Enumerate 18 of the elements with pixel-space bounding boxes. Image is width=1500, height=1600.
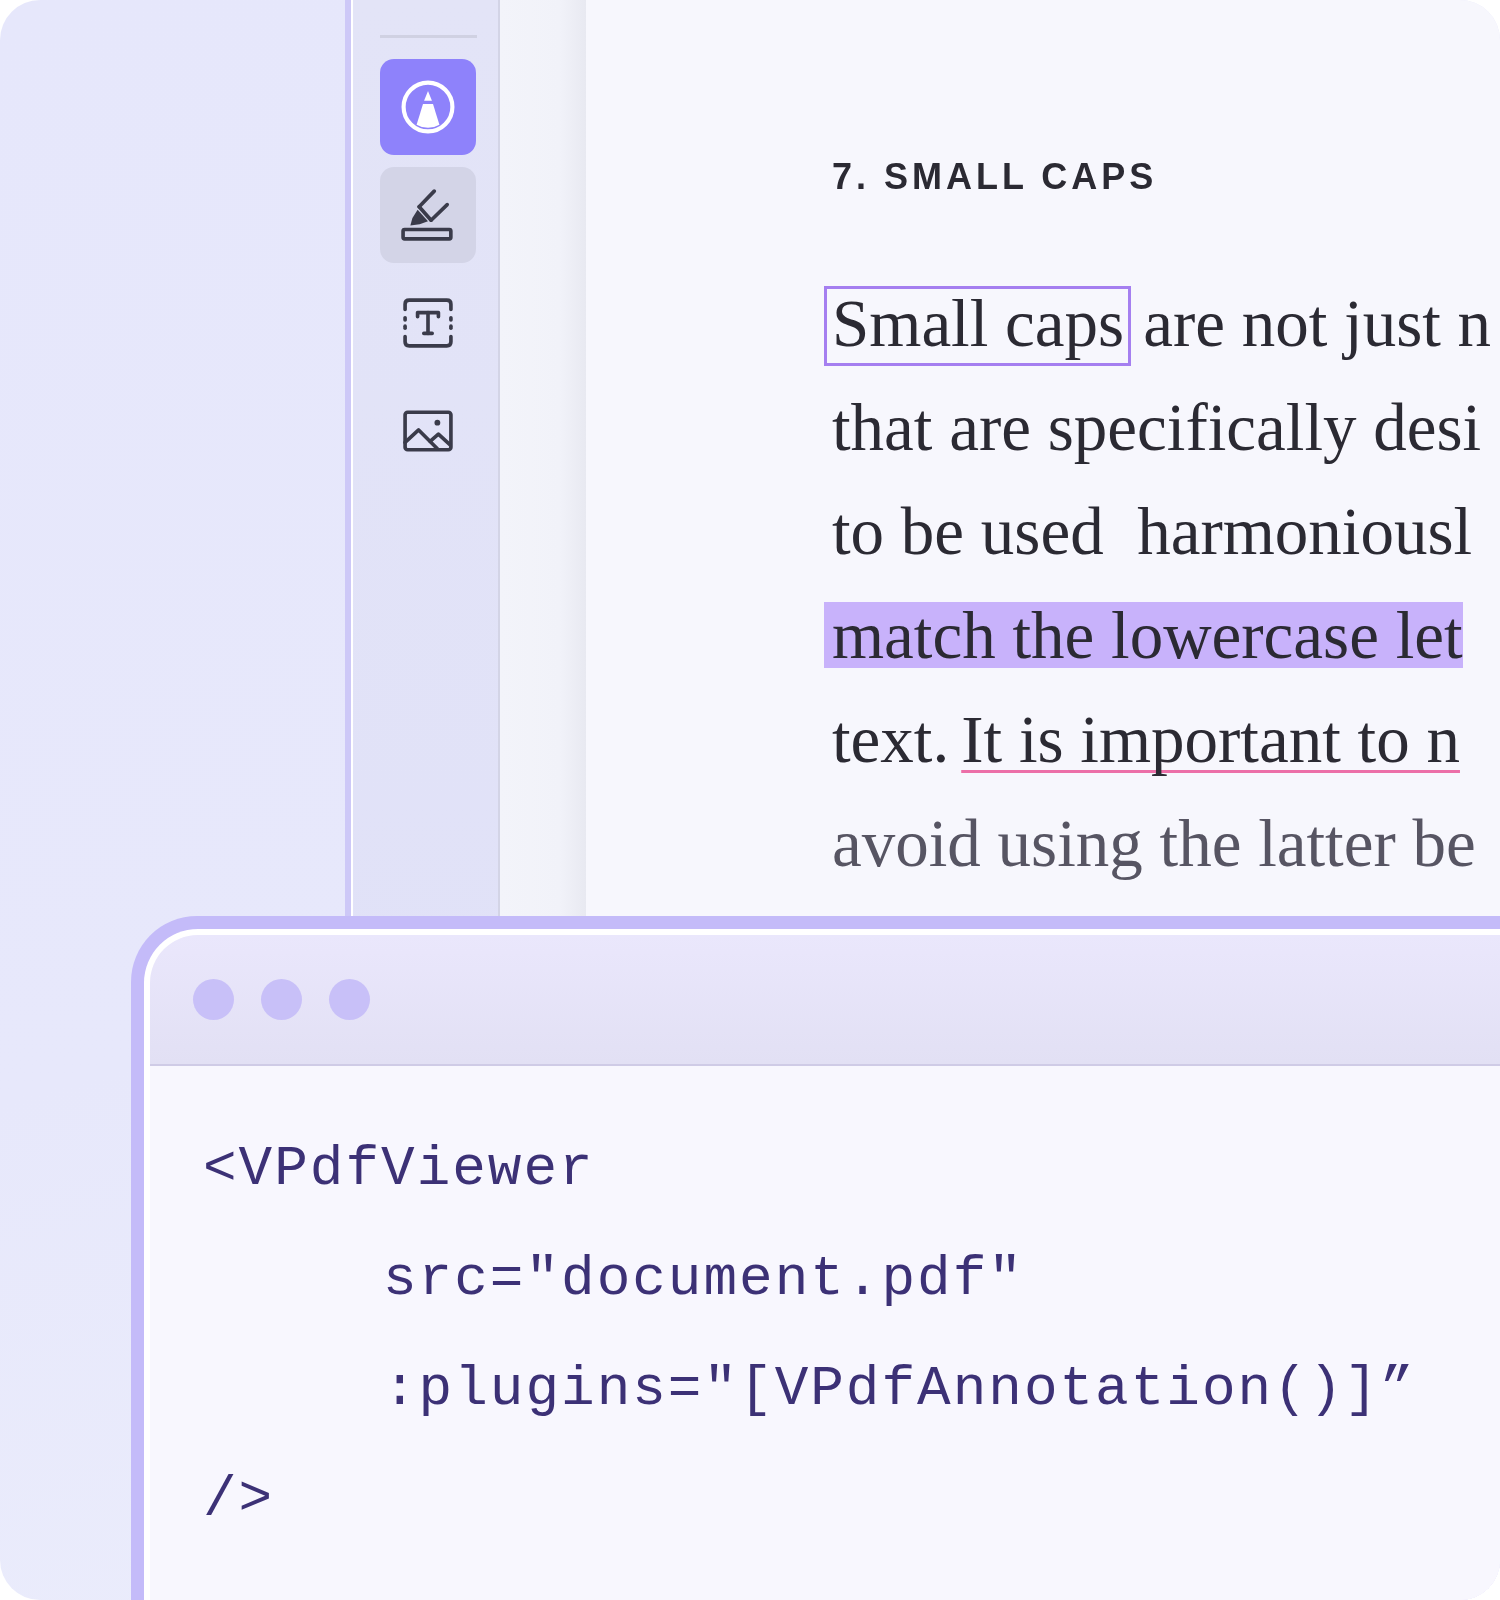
selected-text: Small caps <box>824 286 1132 366</box>
highlighter-icon <box>401 189 455 241</box>
window-dot-icon <box>261 979 302 1020</box>
text-box-icon <box>403 298 453 348</box>
code-line: :plugins="[VPdfAnnotation()]” <box>383 1356 1416 1423</box>
code-line: src="document.pdf" <box>383 1246 1024 1313</box>
code-line: /> <box>203 1466 275 1533</box>
section-heading: 7. SMALL CAPS <box>832 155 1158 199</box>
image-icon <box>403 409 453 453</box>
paragraph-text: to be used harmoniousl <box>832 498 1473 564</box>
window-dot-icon <box>193 979 234 1020</box>
paragraph-text: text. <box>832 706 950 772</box>
highlighted-text: match the lowercase let <box>824 602 1463 668</box>
code-line: <VPdfViewer <box>203 1136 595 1203</box>
pen-tool-button[interactable] <box>380 59 476 155</box>
highlighter-tool-button[interactable] <box>380 167 476 263</box>
window-dot-icon <box>329 979 370 1020</box>
pen-tip-icon <box>401 80 455 134</box>
